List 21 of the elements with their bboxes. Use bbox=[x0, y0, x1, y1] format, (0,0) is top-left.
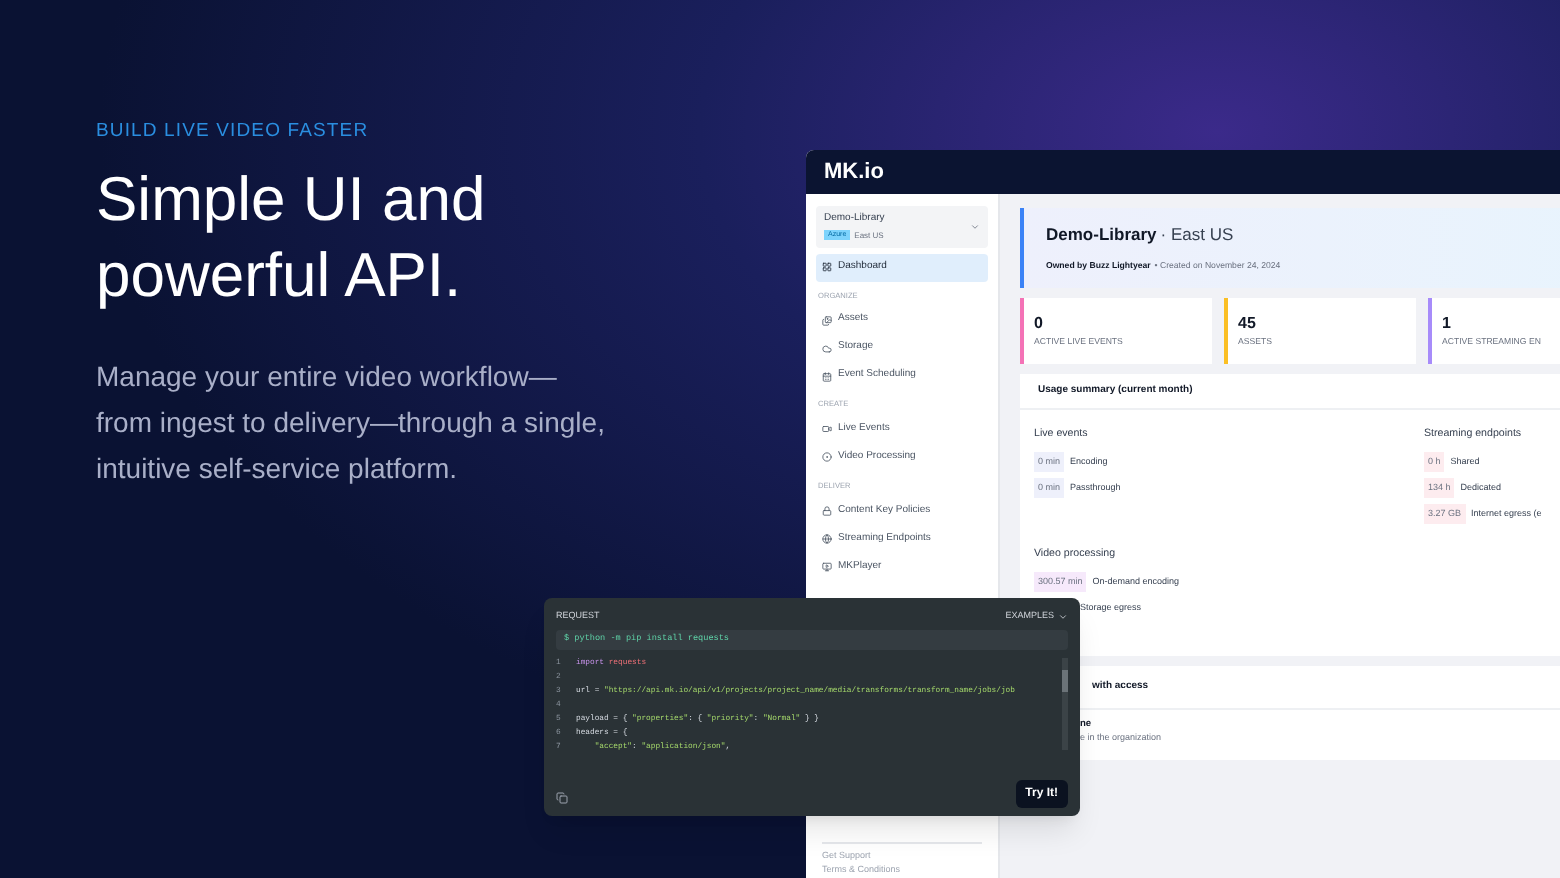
library-region: · East US bbox=[1160, 222, 1234, 249]
library-title: Demo-Library bbox=[1046, 222, 1157, 249]
chevron-down-icon bbox=[970, 221, 980, 232]
circle-icon bbox=[822, 452, 832, 463]
headline: Simple UI and powerful API. bbox=[96, 162, 488, 315]
video-camera-icon bbox=[822, 424, 832, 435]
copy-icon[interactable] bbox=[556, 792, 568, 804]
logo: MK.io bbox=[824, 157, 884, 188]
description-text: Manage your entire video workflow—from ingest to delivery—through a single, intuitive self-service platform. bbox=[96, 358, 607, 489]
stat-value: 45 bbox=[1238, 315, 1258, 332]
stat-value: 0 bbox=[1034, 315, 1045, 332]
monitor-icon bbox=[822, 562, 832, 573]
eyebrow-text: BUILD LIVE VIDEO FASTER bbox=[96, 118, 371, 146]
cloud-icon bbox=[822, 343, 832, 354]
stat-value: 1 bbox=[1442, 315, 1453, 332]
lock-icon bbox=[822, 506, 832, 517]
globe-icon bbox=[822, 534, 832, 545]
calendar-icon bbox=[822, 371, 832, 382]
chevron-down-icon bbox=[1058, 611, 1068, 621]
grid-icon bbox=[822, 262, 832, 272]
images-icon bbox=[822, 315, 832, 326]
